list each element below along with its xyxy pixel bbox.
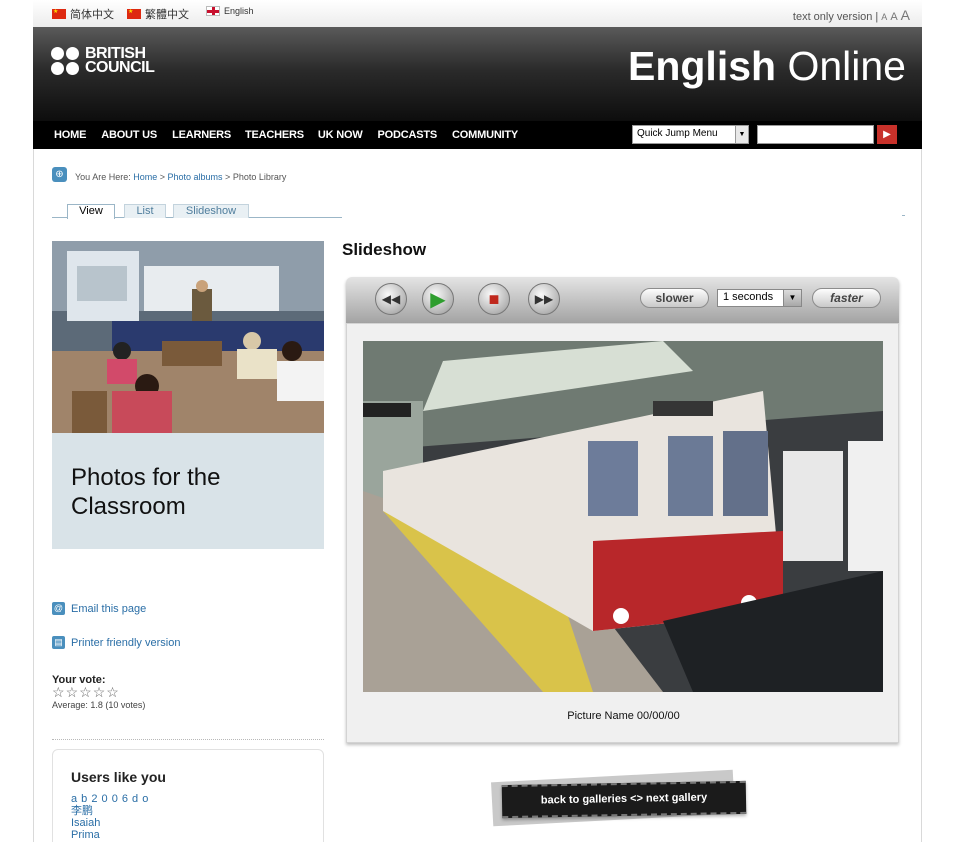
email-page-link[interactable]: @ Email this page (52, 602, 146, 615)
user-link[interactable]: Prima (71, 829, 149, 841)
rating-stars: ☆ ☆ ☆ ☆ ☆ (52, 684, 119, 700)
accessibility-links: text only version | A A A (793, 7, 910, 23)
fast-forward-icon: ▶▶ (534, 292, 554, 306)
faster-button[interactable]: faster (812, 288, 881, 308)
slide-photo (363, 341, 883, 692)
gallery-nav-link[interactable]: back to galleries <> next gallery (502, 791, 746, 807)
tab-list[interactable]: List (124, 204, 166, 218)
slide-frame: Picture Name 00/00/00 (346, 323, 899, 743)
chevron-down-icon: ▼ (783, 290, 801, 306)
site-brand: English Online (628, 43, 906, 89)
speed-select[interactable]: 1 seconds ▼ (717, 289, 802, 307)
logo-text: BRITISH COUNCIL (85, 45, 155, 76)
tab-view[interactable]: View (67, 204, 115, 219)
user-link[interactable]: 李鹏 (71, 805, 149, 817)
users-list: a b 2 0 0 6 d o 李鹏 Isaiah Prima (71, 793, 149, 841)
breadcrumb-current: Photo Library (232, 172, 287, 182)
font-size-medium[interactable]: A (890, 11, 897, 23)
nav-about-us[interactable]: ABOUT US (101, 129, 157, 141)
tab-slideshow[interactable]: Slideshow (173, 204, 249, 218)
star-icon[interactable]: ☆ (93, 684, 106, 700)
slower-button[interactable]: slower (640, 288, 709, 308)
main-nav: HOME ABOUT US LEARNERS TEACHERS UK NOW P… (33, 121, 922, 149)
email-icon: @ (52, 602, 65, 615)
nav-learners[interactable]: LEARNERS (172, 129, 231, 141)
chevron-down-icon: ▼ (735, 126, 748, 143)
font-size-small[interactable]: A (881, 12, 887, 22)
stop-icon: ■ (488, 288, 500, 309)
stop-button[interactable]: ■ (478, 283, 510, 315)
slideshow-player: ◀◀ ▶ ■ ▶▶ slower 1 seconds ▼ faster Pict… (346, 277, 899, 743)
printer-icon: ▤ (52, 636, 65, 649)
slideshow-heading: Slideshow (342, 240, 427, 259)
user-link[interactable]: Isaiah (71, 817, 149, 829)
language-bar: 简体中文 繁體中文 English text only version | A … (33, 0, 922, 27)
nav-community[interactable]: COMMUNITY (452, 129, 518, 141)
site-header: BRITISH COUNCIL English Online (33, 27, 922, 121)
star-icon[interactable]: ☆ (66, 684, 79, 700)
nav-teachers[interactable]: TEACHERS (245, 129, 304, 141)
british-council-logo[interactable]: BRITISH COUNCIL (51, 45, 155, 76)
breadcrumb-home[interactable]: Home (133, 172, 157, 182)
users-like-you-box: Users like you a b 2 0 0 6 d o 李鹏 Isaiah… (52, 749, 324, 842)
font-size-large[interactable]: A (901, 7, 910, 23)
player-controls: ◀◀ ▶ ■ ▶▶ slower 1 seconds ▼ faster (346, 277, 899, 323)
breadcrumb: You Are Here: Home > Photo albums > Phot… (75, 172, 287, 182)
nav-home[interactable]: HOME (54, 129, 86, 141)
lang-label: English (224, 6, 254, 16)
nav-podcasts[interactable]: PODCASTS (378, 129, 438, 141)
rewind-button[interactable]: ◀◀ (375, 283, 407, 315)
user-link[interactable]: a b 2 0 0 6 d o (71, 793, 149, 805)
play-icon: ▶ (430, 288, 446, 311)
lang-english[interactable]: English (206, 6, 254, 16)
search-input[interactable] (757, 125, 874, 144)
slide-caption: Picture Name 00/00/00 (567, 710, 680, 722)
uk-flag-icon (206, 6, 220, 16)
fast-forward-button[interactable]: ▶▶ (528, 283, 560, 315)
star-icon[interactable]: ☆ (106, 684, 119, 700)
gallery-nav-filmstrip[interactable]: back to galleries <> next gallery (501, 780, 747, 819)
china-flag-icon (52, 8, 66, 19)
breadcrumb-photo-albums[interactable]: Photo albums (168, 172, 223, 182)
logo-dots-icon (51, 47, 79, 75)
lang-label: 简体中文 (70, 9, 114, 21)
feature-title[interactable]: Photos for the Classroom (52, 433, 324, 549)
lang-label: 繁體中文 (145, 9, 189, 21)
printer-friendly-link[interactable]: ▤ Printer friendly version (52, 636, 180, 649)
divider (902, 215, 905, 216)
play-button[interactable]: ▶ (422, 283, 454, 315)
rewind-icon: ◀◀ (381, 292, 401, 306)
rating-average: Average: 1.8 (10 votes) (52, 700, 146, 710)
lang-simplified-chinese[interactable]: 简体中文 (52, 6, 114, 22)
china-flag-icon (127, 8, 141, 19)
lang-traditional-chinese[interactable]: 繁體中文 (127, 6, 189, 22)
divider (52, 739, 324, 740)
star-icon[interactable]: ☆ (79, 684, 92, 700)
location-icon: ⊕ (52, 167, 67, 182)
search-go-button[interactable]: ▶ (877, 125, 897, 144)
text-only-link[interactable]: text only version | (793, 11, 878, 23)
nav-uk-now[interactable]: UK NOW (318, 129, 363, 141)
classroom-photo (52, 241, 324, 433)
quick-jump-select[interactable]: Quick Jump Menu ▼ (632, 125, 749, 144)
view-tabs: View List Slideshow (52, 204, 342, 219)
star-icon[interactable]: ☆ (52, 684, 65, 700)
users-like-you-title: Users like you (71, 769, 166, 785)
